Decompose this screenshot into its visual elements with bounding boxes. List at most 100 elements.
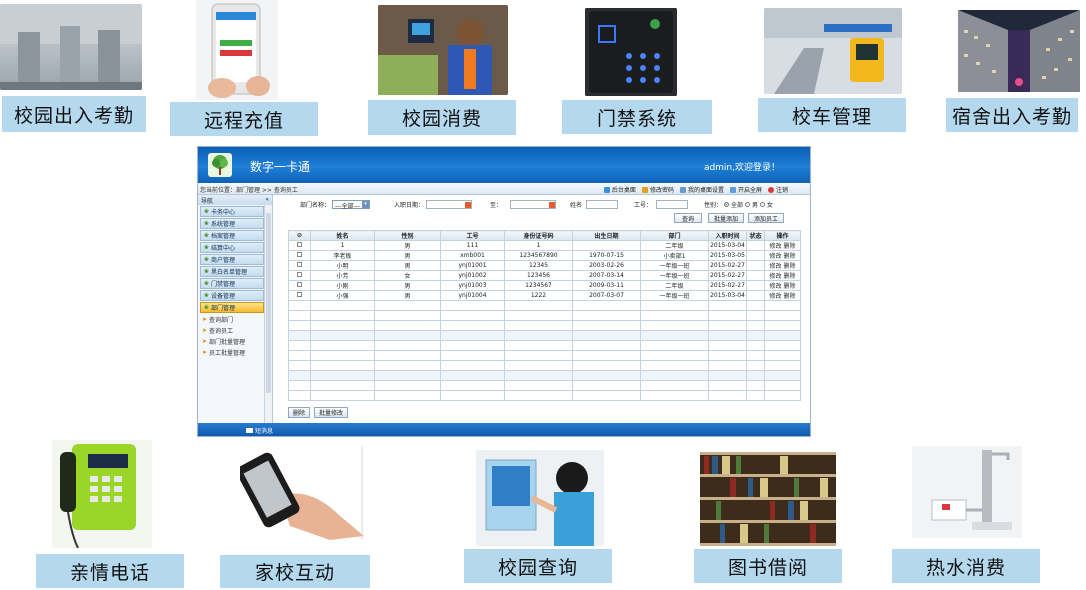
table-cell-dept: 一年级一班 xyxy=(640,290,709,301)
table-row[interactable] xyxy=(288,310,801,321)
table-row[interactable] xyxy=(288,340,801,351)
table-cell-id xyxy=(440,390,505,401)
settings-icon xyxy=(679,186,686,193)
table-cell-gender xyxy=(374,340,441,351)
table-cell-ops[interactable] xyxy=(764,320,801,331)
add-staff-button[interactable]: 添加员工 xyxy=(748,213,784,223)
sidebar-item-records[interactable]: ❀ 档案管理 xyxy=(200,230,264,241)
change-password-link[interactable]: 修改密码 xyxy=(641,185,674,194)
table-cell-ops[interactable]: 修改 删除 xyxy=(764,280,801,291)
row-checkbox[interactable] xyxy=(297,272,302,277)
table-cell-dept: 一年级一班 xyxy=(640,270,709,281)
sidebar-subitem-staff-batch[interactable]: ➤ 员工批量管理 xyxy=(202,347,272,358)
table-row[interactable]: 小芳女 ynj01002 123456 2007-03-14 一年级一班 2015-02-… xyxy=(288,270,801,281)
dept-select[interactable]: ---全部--- ▾ xyxy=(332,200,371,210)
table-row[interactable] xyxy=(288,380,801,391)
fullscreen-link[interactable]: 开启全屏 xyxy=(729,185,762,194)
sidebar-subitem-query-staff[interactable]: ➤ 查询员工 xyxy=(202,325,272,336)
table-row[interactable] xyxy=(288,350,801,361)
table-cell-ops[interactable] xyxy=(764,380,801,391)
table-cell-ops[interactable] xyxy=(764,350,801,361)
sidebar-item-system[interactable]: ❀ 系统管理 xyxy=(200,218,264,229)
table-row[interactable] xyxy=(288,330,801,341)
table-row[interactable]: 小刚男 ynj01003 1234567 2009-03-11 二年级 2015-02-2… xyxy=(288,280,801,291)
arrow-icon: ➤ xyxy=(202,338,208,345)
sidebar-subitem-query-dept[interactable]: ➤ 查询部门 xyxy=(202,314,272,325)
sidebar-item-department[interactable]: ❀ 部门管理 xyxy=(200,302,264,313)
sidebar-item-settlement[interactable]: ❀ 结算中心 xyxy=(200,242,264,253)
table-cell-joined: 2015-02-27 xyxy=(708,270,747,281)
table-cell-gender: 男 xyxy=(374,290,441,301)
table-cell-ops[interactable] xyxy=(764,360,801,371)
table-cell-ops[interactable] xyxy=(764,300,801,311)
table-row[interactable] xyxy=(288,320,801,331)
desktop-settings-link[interactable]: 我的桌面设置 xyxy=(679,185,724,194)
logout-link[interactable]: 注销 xyxy=(767,185,788,194)
table-row[interactable] xyxy=(288,390,801,401)
desktop-link[interactable]: 后台桌面 xyxy=(603,185,636,194)
collapse-icon[interactable]: « xyxy=(265,196,269,204)
batch-edit-button[interactable]: 批量修改 xyxy=(314,407,349,418)
gender-radio-all[interactable] xyxy=(724,202,730,207)
sidebar-item-blacklist[interactable]: ❀ 黑白名单管理 xyxy=(200,266,264,277)
table-row[interactable] xyxy=(288,300,801,311)
select-all-icon[interactable]: ⊘ xyxy=(288,230,311,241)
search-button[interactable]: 查询 xyxy=(674,213,702,223)
short-message-link[interactable]: 短消息 xyxy=(246,426,273,435)
user-greeting: admin,欢迎登录！ xyxy=(703,163,780,173)
row-checkbox[interactable] xyxy=(297,292,302,297)
gender-radio-female[interactable] xyxy=(760,202,766,207)
table-row[interactable] xyxy=(288,370,801,381)
row-checkbox[interactable] xyxy=(297,242,302,247)
column-header: 状态 xyxy=(746,230,765,241)
table-cell-joined xyxy=(708,390,747,401)
table-cell-idcard xyxy=(504,320,573,331)
table-cell-name xyxy=(310,320,375,331)
table-cell-ops[interactable]: 修改 删除 xyxy=(764,290,801,301)
table-row[interactable]: 小强男 ynj01004 1222 2007-03-07 一年级一班 2015-03-04… xyxy=(288,290,801,301)
table-row[interactable]: 李老板男 xmb001 1234567890 1970-07-15 小卖部1 2015-0… xyxy=(288,250,801,261)
calendar-icon[interactable] xyxy=(465,201,472,208)
table-cell-ops[interactable]: 修改 删除 xyxy=(764,270,801,281)
table-row[interactable] xyxy=(288,360,801,371)
sidebar-subitem-dept-batch[interactable]: ➤ 部门批量管理 xyxy=(202,336,272,347)
row-checkbox[interactable] xyxy=(297,262,302,267)
table-cell-ops[interactable] xyxy=(764,310,801,321)
sidebar-item-merchant[interactable]: ❀ 商户管理 xyxy=(200,254,264,265)
table-row[interactable]: 1 男 111 1 二年级 2015-03-04 修改 删除 xyxy=(288,240,801,251)
table-body: 1 男 111 1 二年级 2015-03-04 修改 删除 李老板男 xmb001 123456… xyxy=(288,240,801,401)
table-cell-joined: 2015-02-27 xyxy=(708,280,747,291)
table-cell-joined xyxy=(708,340,747,351)
sidebar-item-access[interactable]: ❀ 门禁管理 xyxy=(200,278,264,289)
table-cell-ops[interactable]: 修改 删除 xyxy=(764,250,801,261)
table-cell-joined xyxy=(708,310,747,321)
table-cell-id xyxy=(440,350,505,361)
table-cell-ops[interactable] xyxy=(764,330,801,341)
gender-radio-male[interactable] xyxy=(745,202,751,207)
table-row[interactable]: 小明男 ynj01001 12345 2003-02-26 一年级一班 2015-02-2… xyxy=(288,260,801,271)
row-checkbox[interactable] xyxy=(297,282,302,287)
student-kiosk-photo xyxy=(476,450,604,546)
sidebar-scrollbar[interactable] xyxy=(264,205,272,425)
delete-button[interactable]: 删除 xyxy=(288,407,311,418)
table-cell-name xyxy=(310,370,375,381)
id-input[interactable] xyxy=(656,200,689,209)
name-input[interactable] xyxy=(586,200,619,209)
table-cell-ops[interactable] xyxy=(764,340,801,351)
table-cell-idcard: 12345 xyxy=(504,260,573,271)
table-cell-ops[interactable] xyxy=(764,390,801,401)
table-cell-name xyxy=(310,340,375,351)
sidebar-item-card-center[interactable]: ❀ 卡务中心 xyxy=(200,206,264,217)
scrollbar-thumb[interactable] xyxy=(266,213,271,393)
batch-add-button[interactable]: 批量添加 xyxy=(708,213,744,223)
sidebar-item-device[interactable]: ❀ 设备管理 xyxy=(200,290,264,301)
column-header: 姓名 xyxy=(310,230,375,241)
id-filter: 工号： xyxy=(634,200,689,209)
calendar-icon[interactable] xyxy=(549,201,556,208)
table-cell-ops[interactable]: 修改 删除 xyxy=(764,240,801,251)
row-checkbox[interactable] xyxy=(297,252,302,257)
table-cell-ops[interactable]: 修改 删除 xyxy=(764,260,801,271)
table-cell-status xyxy=(746,390,765,401)
leaf-icon: ❀ xyxy=(204,256,210,263)
table-cell-ops[interactable] xyxy=(764,370,801,381)
